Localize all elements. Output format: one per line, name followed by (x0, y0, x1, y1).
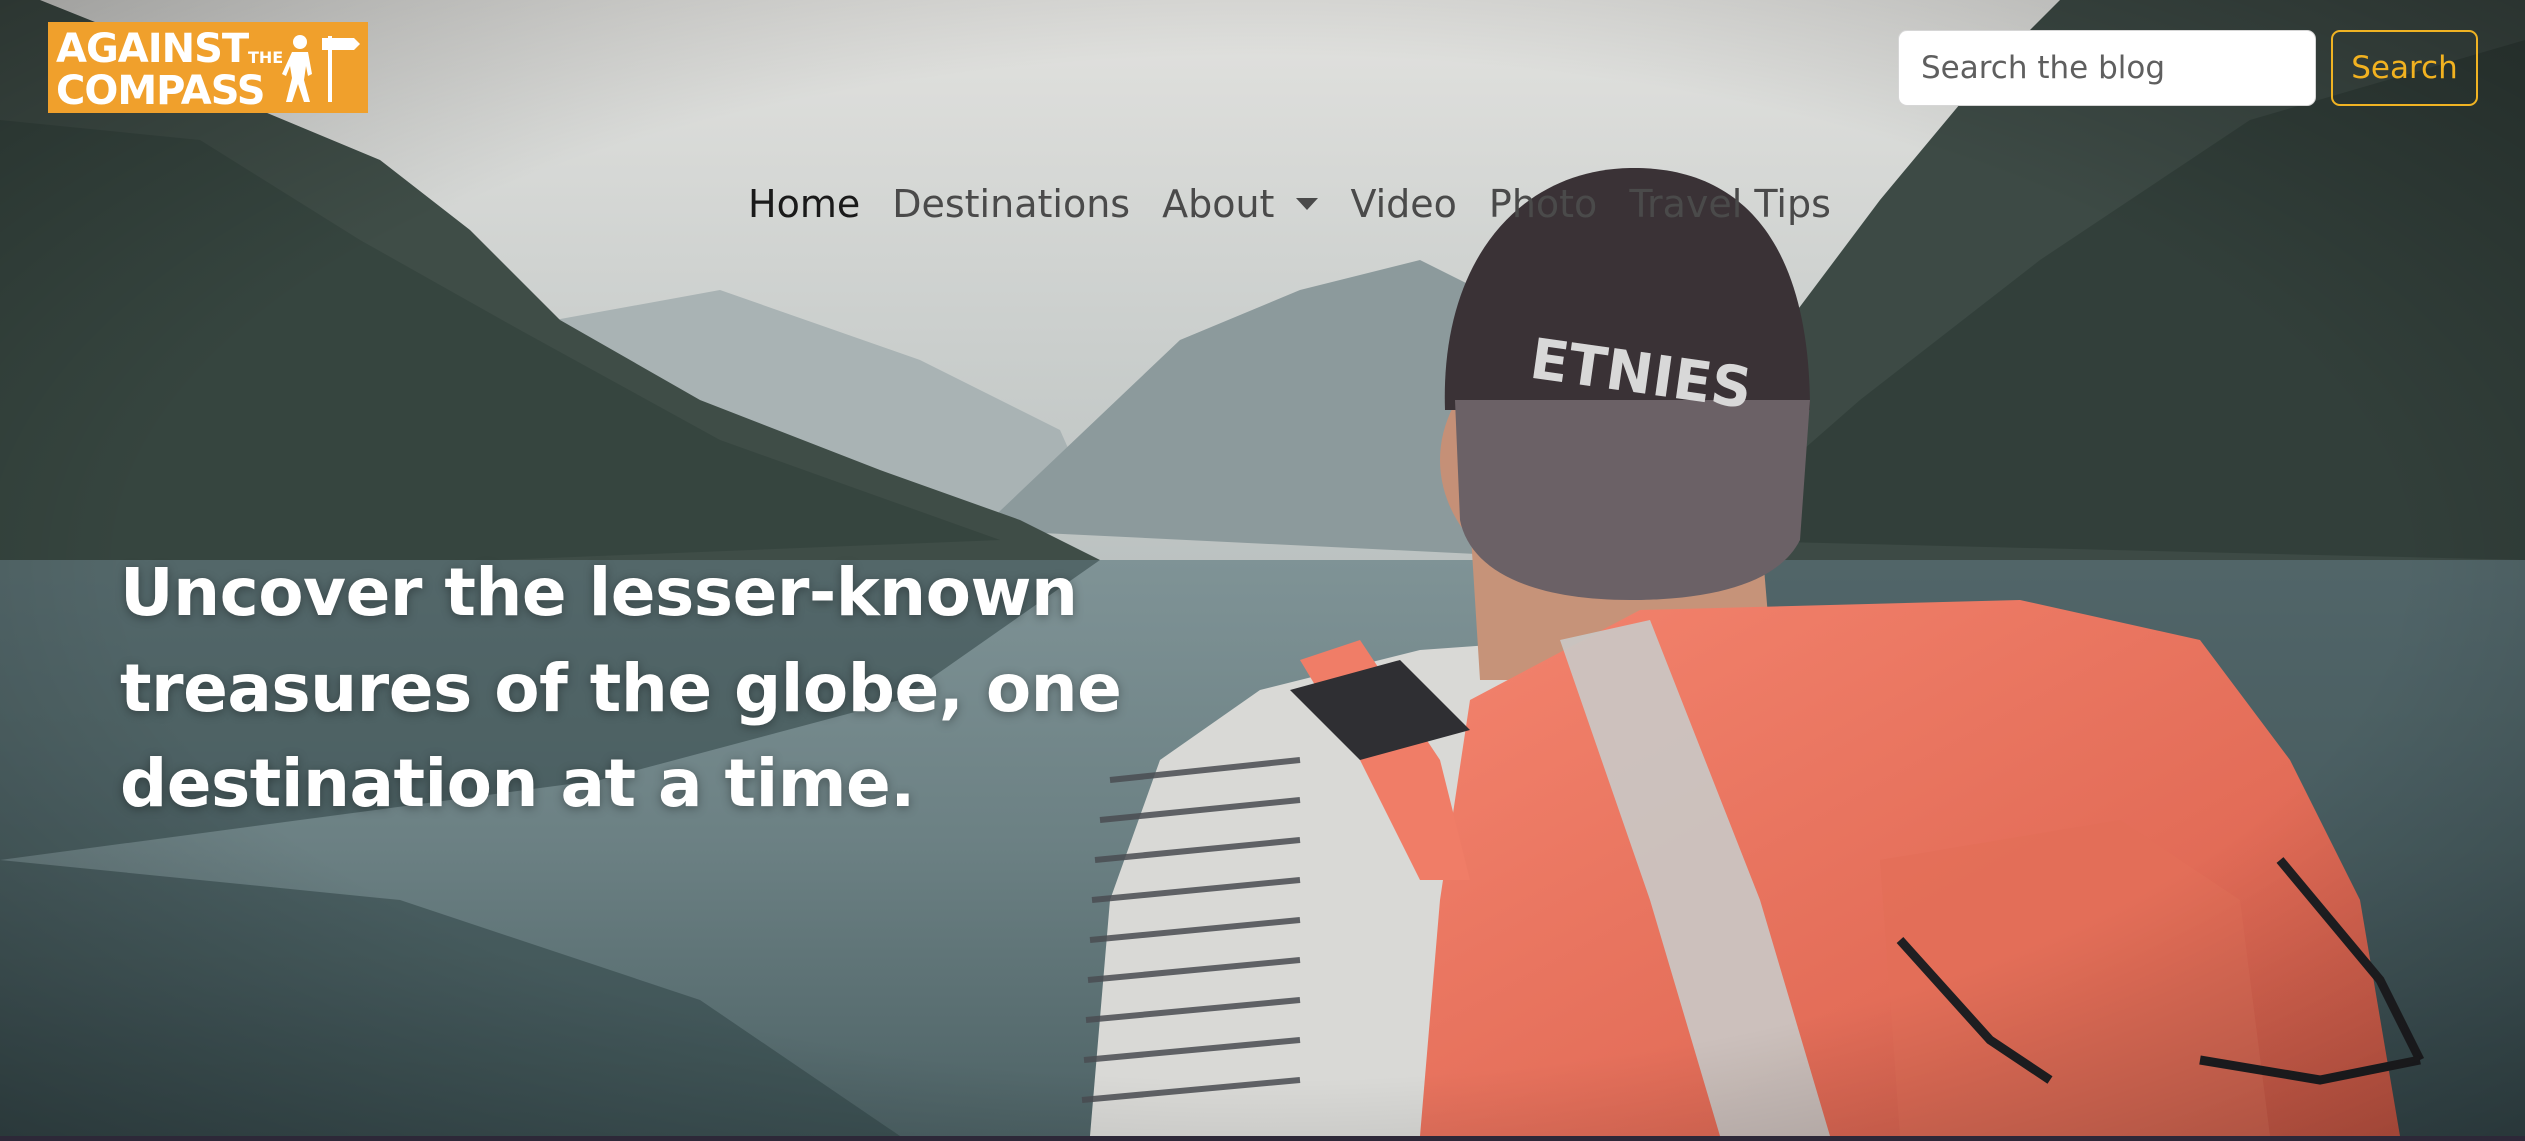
caret-down-icon (1296, 198, 1319, 210)
hero-section: ETNIES AGAINST THE COMPASS Search Home D… (0, 0, 2525, 1136)
nav-item-destinations[interactable]: Destinations (892, 182, 1130, 226)
logo-text-line2: COMPASS (56, 68, 266, 113)
search-button[interactable]: Search (2331, 30, 2478, 106)
nav-item-about-label: About (1162, 182, 1275, 226)
nav-item-video[interactable]: Video (1350, 182, 1456, 226)
nav-item-photo[interactable]: Photo (1489, 182, 1597, 226)
site-logo[interactable]: AGAINST THE COMPASS (48, 22, 368, 113)
nav-item-about[interactable]: About (1162, 182, 1319, 226)
logo-text-line1: AGAINST (56, 26, 249, 72)
hero-headline: Uncover the lesser-known treasures of th… (120, 554, 1122, 823)
nav-item-home[interactable]: Home (748, 182, 860, 226)
nav-item-travel-tips[interactable]: Travel Tips (1629, 182, 1831, 226)
hiker-signpost-icon (282, 35, 360, 102)
main-nav: Home Destinations About Video Photo Trav… (748, 174, 1863, 234)
page-bottom-edge (0, 1136, 2525, 1141)
search-input[interactable] (1898, 30, 2316, 106)
